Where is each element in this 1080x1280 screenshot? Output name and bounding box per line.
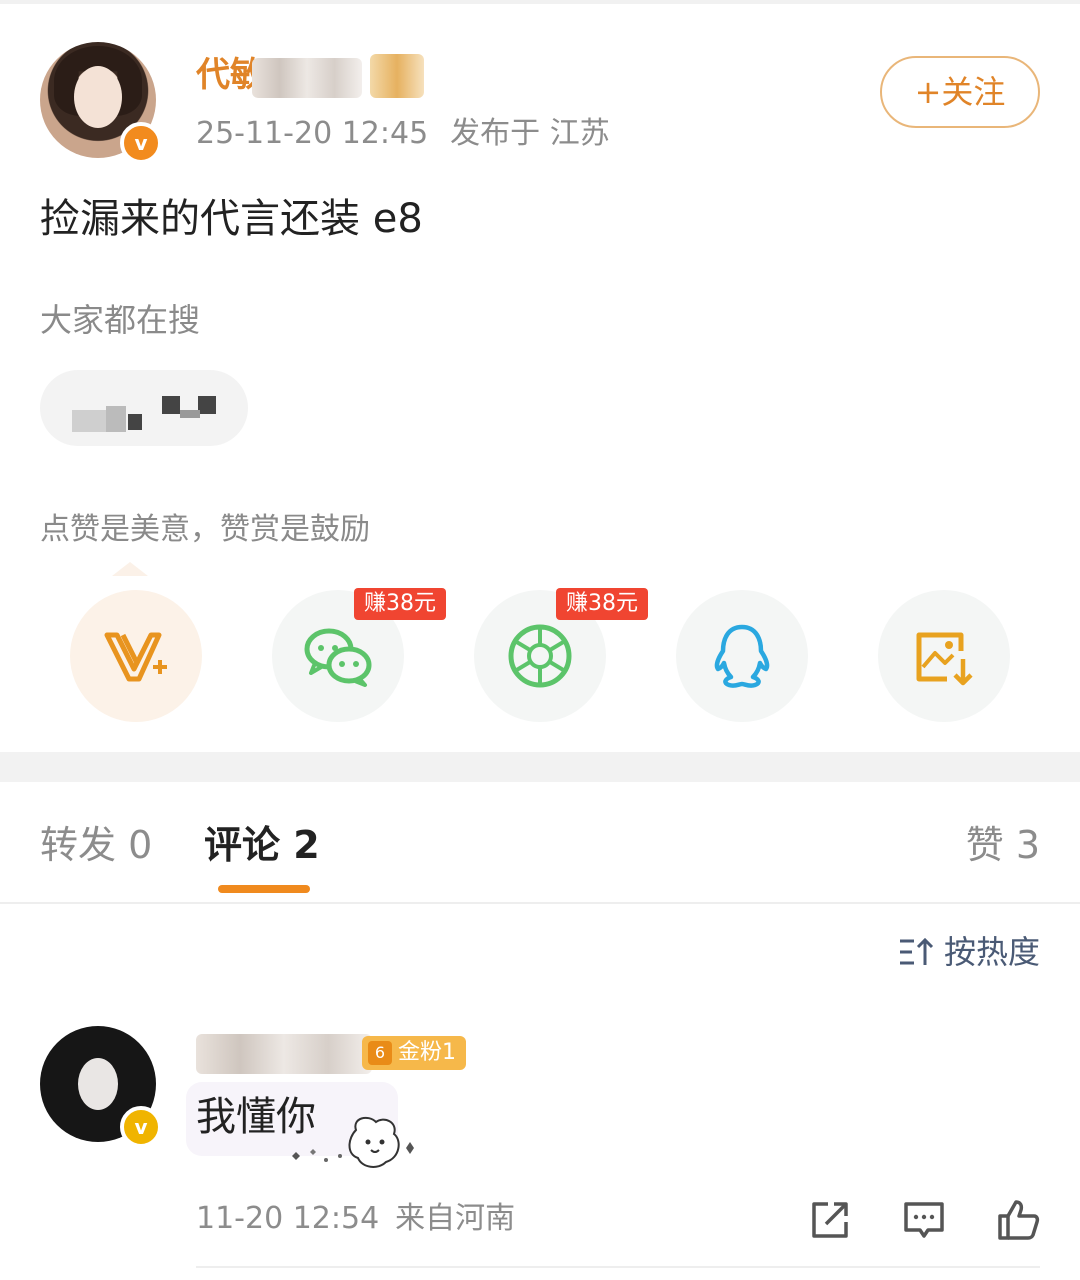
post-location: 发布于 江苏 xyxy=(450,116,610,151)
share-comment-icon[interactable] xyxy=(808,1198,852,1242)
comment-meta: 11-20 12:54 来自河南 xyxy=(196,1196,515,1242)
active-tab-indicator xyxy=(218,885,310,893)
avatar-face xyxy=(74,66,122,128)
follow-button[interactable]: +关注 xyxy=(880,56,1040,128)
sort-icon xyxy=(899,937,934,965)
post-timestamp: 25-11-20 12:45 xyxy=(196,116,429,151)
save-image-icon xyxy=(916,632,973,686)
earn-badge-wechat: 赚38元 xyxy=(354,588,446,620)
qq-icon xyxy=(714,624,770,688)
comment-divider xyxy=(196,1266,1040,1268)
reply-comment-icon[interactable] xyxy=(902,1198,946,1242)
reward-hint: 点赞是美意，赞赏是鼓励 xyxy=(40,512,370,547)
tabs-divider xyxy=(0,902,1080,904)
share-qq-button[interactable] xyxy=(676,590,808,722)
tab-likes[interactable]: 赞 3 xyxy=(966,818,1040,872)
post-text: 捡漏来的代言还装 e8 xyxy=(40,196,423,242)
sort-label: 按热度 xyxy=(943,933,1040,971)
post-meta: 25-11-20 12:45 发布于 江苏 xyxy=(196,112,610,156)
share-vplus-button[interactable] xyxy=(70,590,202,722)
reward-pointer xyxy=(112,562,148,576)
save-image-button[interactable] xyxy=(878,590,1010,722)
sort-by-hot-button[interactable]: 按热度 xyxy=(898,928,1040,976)
member-icon xyxy=(370,54,424,98)
commenter-name-blur-mask[interactable] xyxy=(196,1034,372,1074)
verified-badge-icon: v xyxy=(120,122,162,164)
comment-origin: 来自河南 xyxy=(395,1201,516,1236)
earn-badge-moments: 赚38元 xyxy=(556,588,648,620)
tab-repost[interactable]: 转发 0 xyxy=(40,818,152,872)
tab-comment[interactable]: 评论 2 xyxy=(204,818,320,872)
commenter-face xyxy=(78,1058,118,1110)
fan-level-number: 6 xyxy=(368,1041,392,1065)
trending-search-chip[interactable] xyxy=(40,370,248,446)
like-comment-icon[interactable] xyxy=(996,1198,1040,1242)
trending-search-label: 大家都在搜 xyxy=(40,301,201,339)
fan-level-badge: 6 金粉1 xyxy=(362,1036,466,1070)
section-divider xyxy=(0,752,1080,782)
wechat-icon xyxy=(304,628,372,687)
comment-time: 11-20 12:54 xyxy=(196,1201,380,1236)
commenter-verified-icon: v xyxy=(120,1106,162,1148)
fan-badge-label: 金粉1 xyxy=(398,1040,456,1065)
moments-icon xyxy=(508,624,572,688)
vplus-icon xyxy=(104,632,167,682)
name-blur-mask xyxy=(252,58,362,98)
top-divider xyxy=(0,0,1080,4)
bear-sticker-icon xyxy=(292,1116,414,1168)
